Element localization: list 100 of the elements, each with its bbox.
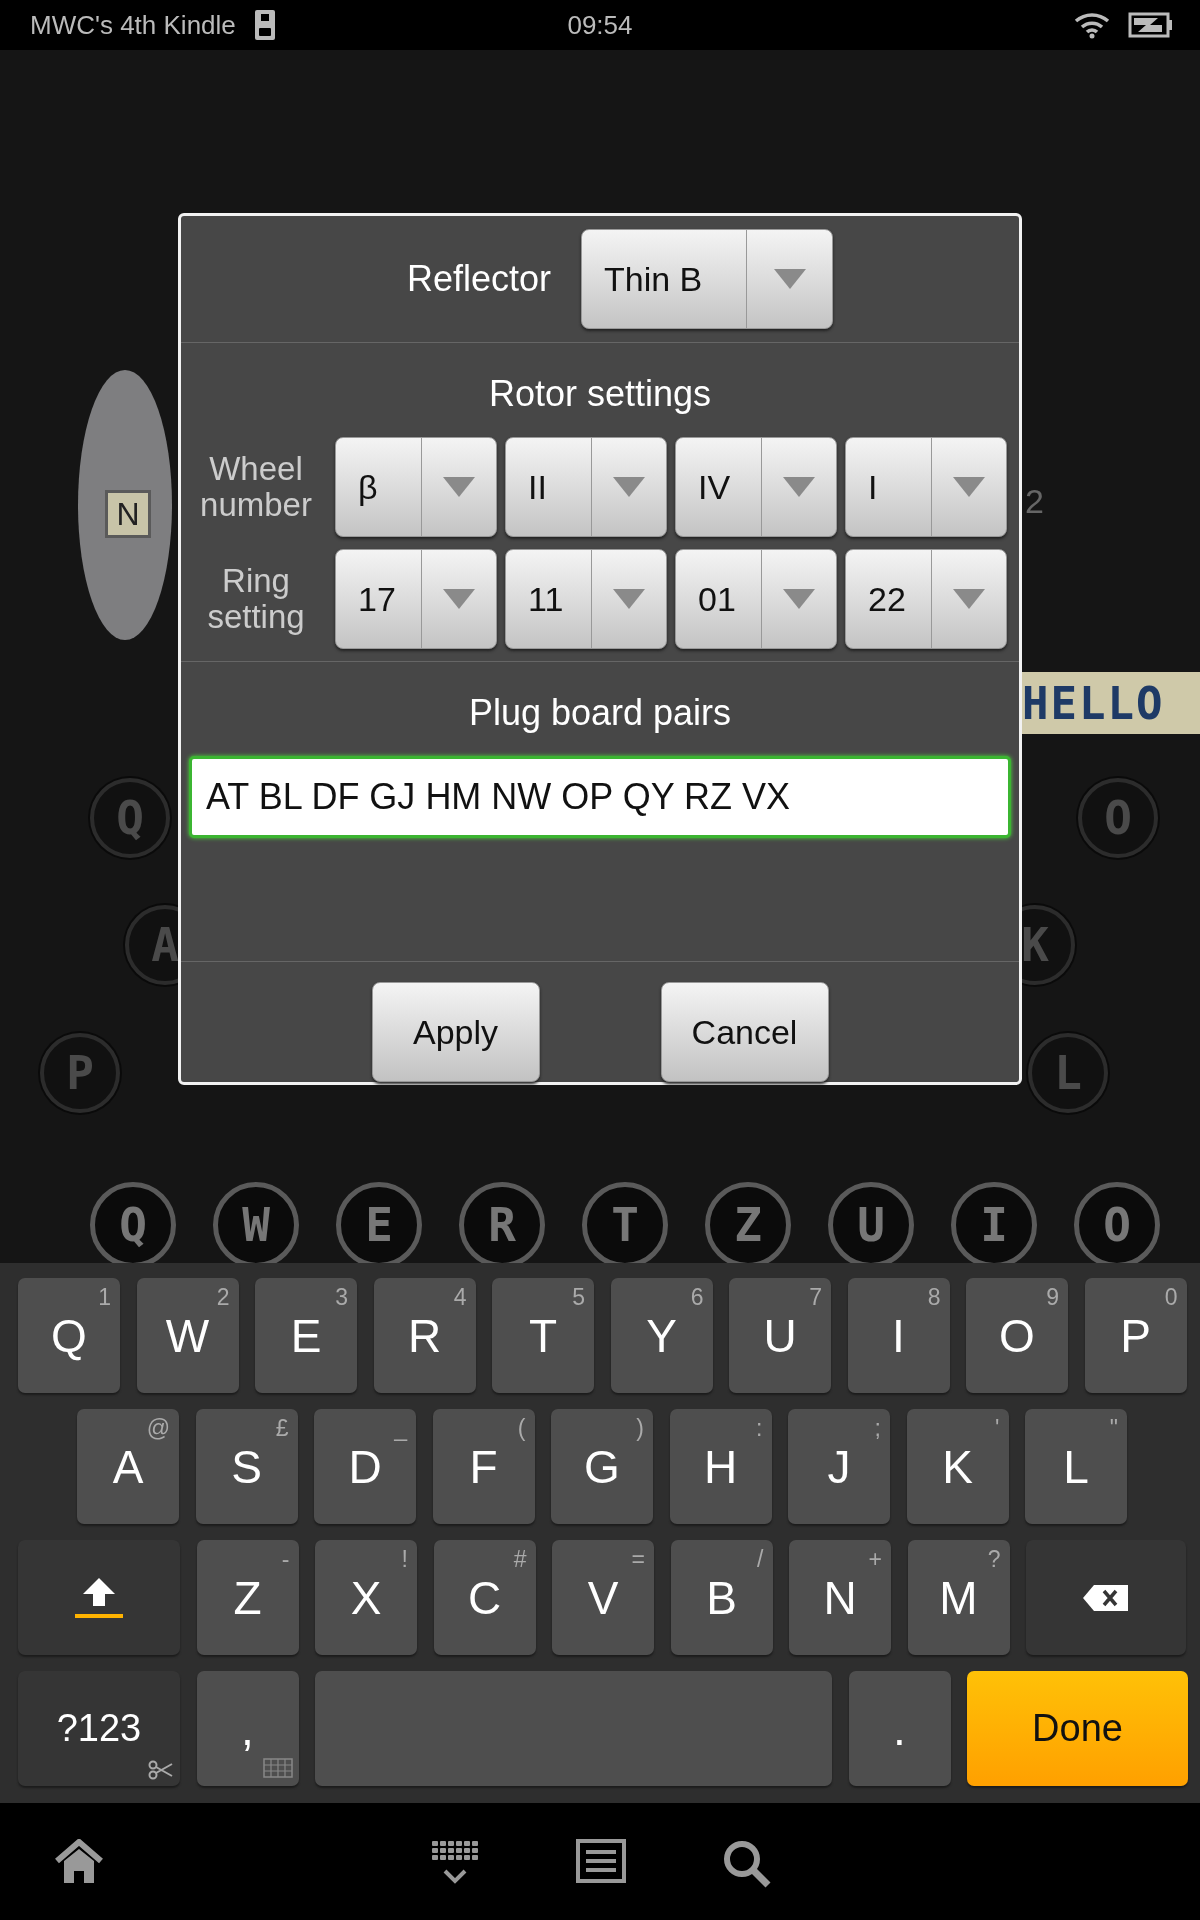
enigma-key[interactable]: Z <box>705 1182 791 1263</box>
key[interactable]: S £ <box>195 1409 298 1524</box>
plugboard-field[interactable]: AT BL DF GJ HM NW OP QY RZ VX <box>189 756 1011 839</box>
key[interactable]: B / <box>670 1540 773 1655</box>
lamp: P <box>40 1033 120 1113</box>
enigma-key[interactable]: Q <box>90 1182 176 1263</box>
reflector-label: Reflector <box>406 258 552 301</box>
key[interactable]: Z - <box>196 1540 299 1655</box>
key-hint: 0 <box>1164 1284 1178 1311</box>
key-hint: - <box>281 1546 290 1573</box>
rotor-dropdown[interactable]: 17 <box>335 549 497 650</box>
key[interactable]: L " <box>1025 1409 1127 1524</box>
key-hint: £ <box>275 1415 289 1442</box>
row-label: Wheel number <box>199 451 313 524</box>
key[interactable]: M ? <box>907 1540 1010 1655</box>
battery-charging-icon <box>1128 12 1174 38</box>
key[interactable]: T 5 <box>492 1278 594 1393</box>
key[interactable]: J ; <box>788 1409 890 1524</box>
key[interactable]: N + <box>789 1540 891 1655</box>
key-hint: + <box>868 1546 882 1573</box>
shift-key[interactable] <box>18 1540 180 1655</box>
section-title: Plug board pairs <box>468 692 732 735</box>
key-hint: 3 <box>335 1284 348 1311</box>
shift-icon <box>73 1575 125 1620</box>
enigma-key[interactable]: W <box>213 1182 299 1263</box>
rotor-dropdown[interactable]: 11 <box>505 549 667 650</box>
key-hint: @ <box>146 1415 170 1442</box>
key[interactable]: U 7 <box>729 1278 831 1393</box>
key[interactable]: V = <box>552 1540 654 1655</box>
key[interactable]: Y 6 <box>610 1278 713 1393</box>
enigma-key[interactable]: U <box>828 1182 914 1263</box>
enigma-key[interactable]: O <box>1074 1182 1160 1263</box>
period-key[interactable]: . <box>848 1671 951 1786</box>
key-hint: 2 <box>216 1284 230 1311</box>
key[interactable]: D _ <box>314 1409 416 1524</box>
enigma-key[interactable]: R <box>459 1182 545 1263</box>
key-hint: _ <box>394 1415 407 1442</box>
sd-card-icon <box>253 9 276 41</box>
key-hint: 7 <box>809 1284 822 1311</box>
backspace-key[interactable] <box>1026 1540 1186 1655</box>
scissors-icon <box>148 1760 174 1780</box>
key[interactable]: Q 1 <box>18 1278 120 1393</box>
symbols-key[interactable]: ?123 <box>18 1671 180 1786</box>
tape-text: HELLO <box>1022 677 1165 729</box>
key-hint: " <box>1109 1415 1118 1442</box>
key-hint: ! <box>401 1546 408 1573</box>
key-hint: 5 <box>572 1284 585 1311</box>
search-icon[interactable] <box>722 1839 772 1889</box>
rotor-dropdown[interactable]: IV <box>675 437 837 538</box>
key[interactable]: E 3 <box>255 1278 357 1393</box>
rotor-number: 2 <box>1025 482 1044 521</box>
key-hint: 1 <box>98 1284 111 1311</box>
key[interactable]: H : <box>669 1409 772 1524</box>
keyboard-icon <box>262 1758 293 1778</box>
key-hint: 6 <box>690 1284 704 1311</box>
key[interactable]: X ! <box>315 1540 417 1655</box>
wifi-icon <box>1074 11 1110 39</box>
clock: 09:54 <box>567 9 633 40</box>
rotor-letter: N <box>105 490 151 538</box>
key-hint: ( <box>517 1415 526 1442</box>
reflector-dropdown[interactable]: Thin B <box>581 229 834 330</box>
key-hint: # <box>513 1546 527 1573</box>
key-hint: ) <box>636 1415 644 1442</box>
backspace-icon <box>1082 1583 1130 1612</box>
menu-icon[interactable] <box>576 1839 626 1883</box>
key-hint: : <box>756 1415 763 1442</box>
key[interactable]: A @ <box>77 1409 179 1524</box>
enigma-key[interactable]: I <box>951 1182 1037 1263</box>
key-hint: ' <box>995 1415 1000 1442</box>
dialog-button[interactable]: Apply <box>371 982 540 1082</box>
key-hint: 8 <box>927 1284 941 1311</box>
key[interactable]: C # <box>433 1540 536 1655</box>
key[interactable]: W 2 <box>136 1278 239 1393</box>
rotor-dropdown[interactable]: 01 <box>675 549 837 650</box>
enigma-key[interactable]: E <box>336 1182 422 1263</box>
key-hint: / <box>757 1546 764 1573</box>
key[interactable]: P 0 <box>1084 1278 1187 1393</box>
key[interactable]: O 9 <box>966 1278 1068 1393</box>
lamp: O <box>1078 778 1158 858</box>
dialog-button[interactable]: Cancel <box>660 982 829 1082</box>
rotor-dropdown[interactable]: I <box>845 437 1007 538</box>
row-label: Ring setting <box>206 563 306 636</box>
key-hint: ; <box>874 1415 881 1442</box>
rotor-dropdown[interactable]: 22 <box>845 549 1007 650</box>
done-key[interactable]: Done <box>967 1671 1188 1786</box>
key[interactable]: G ) <box>551 1409 653 1524</box>
rotor-dropdown[interactable]: II <box>505 437 667 538</box>
key[interactable]: F ( <box>432 1409 535 1524</box>
section-title: Rotor settings <box>488 373 712 416</box>
key[interactable]: I 8 <box>847 1278 950 1393</box>
comma-key[interactable]: , <box>196 1671 299 1786</box>
key-hint: 9 <box>1046 1284 1059 1311</box>
home-icon[interactable] <box>54 1839 104 1885</box>
lamp: Q <box>90 778 170 858</box>
key-hint: = <box>631 1546 645 1573</box>
device-name: MWC's 4th Kindle <box>30 9 236 41</box>
key[interactable]: R 4 <box>373 1278 476 1393</box>
enigma-key[interactable]: T <box>582 1182 668 1263</box>
key[interactable]: K ' <box>906 1409 1009 1524</box>
rotor-dropdown[interactable]: β <box>335 437 497 538</box>
